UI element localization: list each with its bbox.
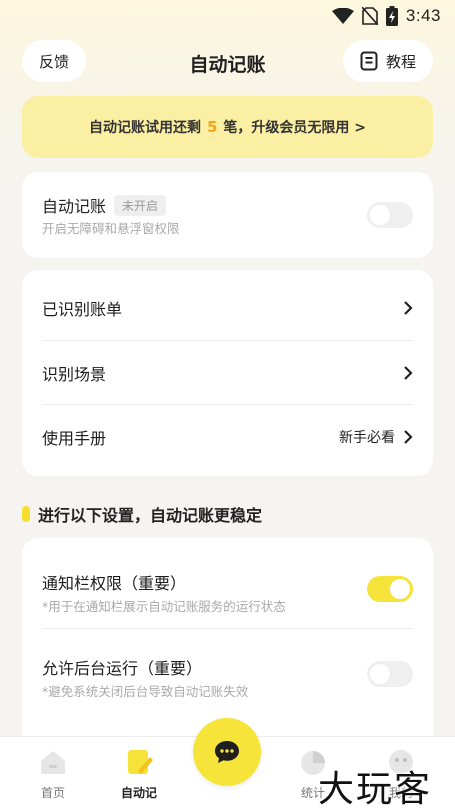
setting-subtitle: *用于在通知栏展示自动记账服务的运行状态 [42,599,286,614]
auto-bookkeeping-icon [128,750,153,774]
menu-item-label: 使用手册 [42,428,107,448]
tutorial-button[interactable]: 教程 [343,40,433,82]
home-icon [41,751,65,774]
menu-item-hint: 新手必看 [339,429,395,446]
battery-charging-icon [385,6,398,26]
toggle-knob [390,579,410,599]
chevron-right-icon [404,301,413,315]
menu-item-user-manual[interactable]: 使用手册 新手必看 [42,404,413,468]
auto-bookkeeping-title: 自动记账 [42,197,107,216]
menu-item-right: 新手必看 [339,427,413,447]
toggle-knob [370,205,390,225]
setting-background-run: 允许后台运行（重要） *避免系统关闭后台导致自动记账失效 [42,628,413,712]
nav-label: 自动记 [120,786,157,800]
chat-bubble-icon [215,741,239,763]
banner-text-before: 自动记账试用还剩 [88,120,201,136]
auto-bookkeeping-title-row: 自动记账 未开启 [42,193,167,217]
menu-item-recognition-scenes[interactable]: 识别场景 [42,340,413,404]
chat-fab-button[interactable] [193,718,261,786]
trial-upgrade-banner[interactable]: 自动记账试用还剩 5 笔，升级会员无限用 > [22,96,433,158]
setting-subtitle: *避免系统关闭后台导致自动记账失效 [42,684,249,699]
toggle-knob [370,664,390,684]
section-title-text: 进行以下设置，自动记账更稳定 [38,506,263,525]
watermark: 大玩客 [318,769,433,810]
nav-label: 首页 [40,786,65,800]
nav-item-auto-bookkeeping[interactable]: 自动记 [104,747,174,801]
menu-item-label: 已识别账单 [42,300,123,319]
no-sim-icon [361,7,378,25]
auto-bookkeeping-toggle[interactable] [367,202,413,228]
settings-section-title: 进行以下设置，自动记账更稳定 [22,502,262,526]
menu-item-recognized-bills[interactable]: 已识别账单 [42,276,413,340]
nav-item-home[interactable]: 首页 [18,747,88,801]
status-badge: 未开启 [114,194,167,216]
menu-item-label: 识别场景 [42,364,107,384]
wifi-icon [331,8,354,24]
background-run-toggle[interactable] [367,661,413,687]
tutorial-label: 教程 [385,52,416,71]
setting-notification-permission: 通知栏权限（重要） *用于在通知栏展示自动记账服务的运行状态 [42,544,413,628]
notification-permission-toggle[interactable] [367,576,413,602]
chevron-right-icon [404,365,413,380]
remaining-count: 5 [206,118,218,136]
status-time: 3:43 [405,6,441,25]
menu-item-right [403,365,413,380]
section-accent-mark [22,506,30,522]
auto-bookkeeping-card: 自动记账 未开启 开启无障碍和悬浮窗权限 [22,172,433,258]
menu-card: 已识别账单 识别场景 使用手册 新手必看 [22,270,433,476]
menu-item-right [403,301,413,315]
document-icon [360,51,378,71]
setting-title: 允许后台运行（重要） [42,659,203,678]
banner-text-after: 笔，升级会员无限用 > [223,120,367,136]
setting-title: 通知栏权限（重要） [42,574,187,593]
app-header: 反馈 自动记账 教程 [0,40,455,84]
chevron-right-icon [404,429,413,444]
auto-bookkeeping-subtitle: 开启无障碍和悬浮窗权限 [42,221,180,236]
status-bar: 3:43 [0,0,455,32]
